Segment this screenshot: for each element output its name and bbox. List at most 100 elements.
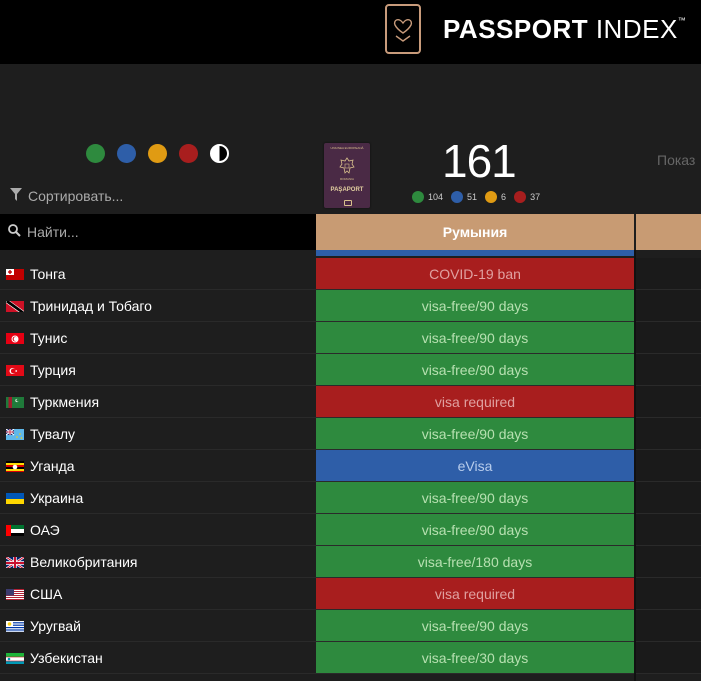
- romania-passport-image[interactable]: UNIUNEA EUROPEANĂ ROMANIA PAŞAPORT: [324, 143, 370, 208]
- country-name[interactable]: Украина: [6, 482, 83, 513]
- country-label: Уганда: [30, 457, 75, 474]
- visa-status-cell[interactable]: COVID-19 ban: [316, 258, 634, 289]
- biometric-chip-icon: [344, 200, 352, 206]
- visa-status-text: visa-free/90 days: [421, 329, 529, 346]
- filter-area: Сортировать... UNIUNEA EUROPEANĂ ROMANIA…: [0, 64, 701, 214]
- visa-status-cell[interactable]: visa-free/90 days: [316, 354, 634, 385]
- table-row[interactable]: Тонга COVID-19 ban: [0, 258, 701, 290]
- empty-cell: [636, 450, 701, 481]
- brand-name: PASSPORT INDEX™: [443, 13, 687, 44]
- empty-cell: [636, 322, 701, 353]
- passport-index-logo[interactable]: PASSPORT INDEX™: [385, 4, 686, 54]
- show-more-link[interactable]: Показ: [657, 152, 695, 168]
- table-row[interactable]: США visa required: [0, 578, 701, 610]
- blue-dot-icon: [451, 191, 464, 203]
- contrast-toggle-icon[interactable]: [210, 144, 229, 163]
- table-row[interactable]: Тувалу visa-free/90 days: [0, 418, 701, 450]
- green-dot-icon: [412, 191, 424, 203]
- column-header-romania[interactable]: Румыния: [316, 214, 634, 250]
- country-name[interactable]: Туркмения: [6, 386, 99, 417]
- visa-status-text: visa-free/90 days: [421, 425, 529, 442]
- turkmenistan-flag-icon: [6, 396, 24, 408]
- visa-status-text: eVisa: [457, 457, 493, 474]
- table-row[interactable]: Турция visa-free/90 days: [0, 354, 701, 386]
- tonga-flag-icon: [6, 268, 24, 280]
- sort-label: Сортировать...: [28, 188, 124, 204]
- uruguay-flag-icon: [6, 620, 24, 632]
- empty-cell: [636, 642, 701, 673]
- country-name[interactable]: ОАЭ: [6, 514, 60, 545]
- country-name[interactable]: Уругвай: [6, 610, 81, 641]
- visa-status-cell[interactable]: visa required: [316, 578, 634, 609]
- search-box[interactable]: [0, 214, 316, 250]
- visa-status-cell[interactable]: visa-free/180 days: [316, 546, 634, 577]
- visa-status-cell[interactable]: visa-free/90 days: [316, 290, 634, 321]
- visa-status-cell[interactable]: visa-free/90 days: [316, 418, 634, 449]
- tuvalu-flag-icon: [6, 428, 24, 440]
- partial-row-cell: [316, 250, 634, 256]
- visa-status-text: visa-free/90 days: [421, 617, 529, 634]
- table-row[interactable]: Великобритания visa-free/180 days: [0, 546, 701, 578]
- empty-cell: [636, 482, 701, 513]
- visa-status-text: visa-free/180 days: [417, 553, 533, 570]
- uae-flag-icon: [6, 524, 24, 536]
- table-row[interactable]: Уганда eVisa: [0, 450, 701, 482]
- visa-status-cell[interactable]: visa-free/90 days: [316, 482, 634, 513]
- ukraine-flag-icon: [6, 492, 24, 504]
- breakdown-visa-required: 37: [514, 191, 540, 203]
- visa-status-cell[interactable]: visa-free/30 days: [316, 642, 634, 673]
- empty-cell: [636, 514, 701, 545]
- filter-visa-required-dot[interactable]: [179, 144, 198, 163]
- red-dot-icon: [514, 191, 527, 203]
- country-label: Тувалу: [30, 425, 76, 442]
- country-name[interactable]: Тонга: [6, 258, 66, 289]
- filter-visa-free-dot[interactable]: [86, 144, 105, 163]
- country-name[interactable]: США: [6, 578, 62, 609]
- breakdown-visa-free: 104: [412, 191, 443, 203]
- empty-cell: [636, 418, 701, 449]
- country-label: Туркмения: [30, 393, 100, 410]
- country-name[interactable]: Турция: [6, 354, 76, 385]
- passport-label: PAŞAPORT: [330, 187, 364, 193]
- country-name[interactable]: Уганда: [6, 450, 75, 481]
- country-name[interactable]: Великобритания: [6, 546, 138, 577]
- country-label: Тунис: [30, 329, 68, 346]
- table-row[interactable]: Тунис visa-free/90 days: [0, 322, 701, 354]
- table-row[interactable]: Уругвай visa-free/90 days: [0, 610, 701, 642]
- visa-status-text: visa-free/90 days: [421, 361, 529, 378]
- column-divider: [634, 250, 636, 681]
- country-label: Тринидад и Тобаго: [30, 297, 152, 314]
- visa-status-cell[interactable]: visa-free/90 days: [316, 322, 634, 353]
- country-label: ОАЭ: [30, 521, 60, 538]
- visa-status-cell[interactable]: visa-free/90 days: [316, 514, 634, 545]
- filter-visa-on-arrival-dot[interactable]: [117, 144, 136, 163]
- table-row[interactable]: Украина visa-free/90 days: [0, 482, 701, 514]
- table-row[interactable]: Туркмения visa required: [0, 386, 701, 418]
- passport-top-text: UNIUNEA EUROPEANĂ: [330, 146, 364, 150]
- search-icon: [8, 224, 21, 240]
- passport-country-text: ROMANIA: [339, 177, 354, 181]
- breakdown-eta: 6: [485, 191, 506, 203]
- visa-status-cell[interactable]: visa required: [316, 386, 634, 417]
- empty-cell: [636, 578, 701, 609]
- visa-status-cell[interactable]: visa-free/90 days: [316, 610, 634, 641]
- empty-cell: [636, 386, 701, 417]
- table-row[interactable]: Узбекистан visa-free/30 days: [0, 642, 701, 674]
- country-name[interactable]: Тувалу: [6, 418, 75, 449]
- color-filter: [86, 144, 229, 163]
- table-row[interactable]: Тринидад и Тобаго visa-free/90 days: [0, 290, 701, 322]
- search-input[interactable]: [27, 224, 227, 240]
- country-name[interactable]: Узбекистан: [6, 642, 103, 673]
- country-label: США: [30, 585, 63, 602]
- country-name[interactable]: Тринидад и Тобаго: [6, 290, 152, 321]
- visa-status-text: visa required: [434, 585, 516, 602]
- sort-dropdown[interactable]: Сортировать...: [10, 188, 123, 204]
- country-label: Уругвай: [30, 617, 81, 634]
- filter-eta-dot[interactable]: [148, 144, 167, 163]
- visa-status-cell[interactable]: eVisa: [316, 450, 634, 481]
- country-label: Узбекистан: [30, 649, 103, 666]
- orange-dot-icon: [485, 191, 498, 203]
- country-name[interactable]: Тунис: [6, 322, 67, 353]
- table-row[interactable]: ОАЭ visa-free/90 days: [0, 514, 701, 546]
- empty-cell: [636, 610, 701, 641]
